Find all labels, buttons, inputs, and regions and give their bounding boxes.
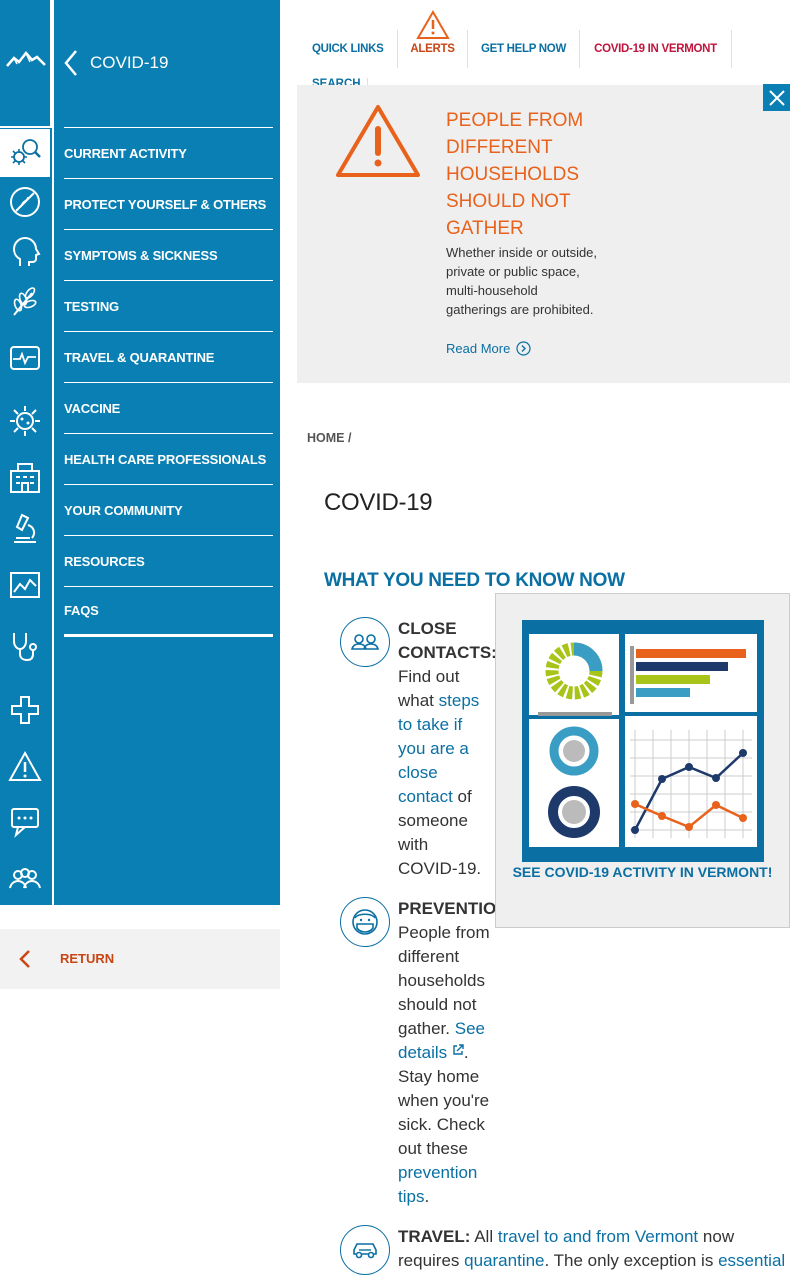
- close-contacts-icon-badge: [340, 617, 390, 667]
- rail-current-activity[interactable]: [0, 129, 50, 177]
- home-logo[interactable]: [0, 0, 52, 128]
- travel-icon-badge: [340, 1225, 390, 1275]
- quarantine-link[interactable]: quarantine: [464, 1251, 544, 1270]
- sidebar-item-community[interactable]: YOUR COMMUNITY: [64, 484, 273, 535]
- chart-icon: [10, 572, 40, 598]
- chat-icon: [11, 808, 39, 838]
- rail-travel[interactable]: [0, 334, 50, 382]
- sidebar-menu-list: CURRENT ACTIVITY PROTECT YOURSELF & OTHE…: [64, 127, 273, 637]
- prevention-icon-badge: [340, 897, 390, 947]
- rail-community[interactable]: [0, 504, 50, 552]
- nav-quick-links[interactable]: QUICK LINKS: [296, 30, 398, 68]
- chevron-left-icon: [19, 950, 30, 968]
- sidebar-menu: COVID-19 CURRENT ACTIVITY PROTECT YOURSE…: [52, 0, 280, 905]
- rail-protect[interactable]: [0, 178, 50, 226]
- close-contacts-icon: [350, 634, 380, 650]
- breadcrumb: HOME /: [307, 431, 351, 445]
- return-button[interactable]: RETURN: [0, 929, 280, 989]
- rail-chat[interactable]: [0, 799, 50, 847]
- car-icon: [353, 1243, 377, 1259]
- rail-alerts[interactable]: [0, 743, 50, 791]
- stethoscope-icon: [13, 633, 37, 662]
- alert-body: Whether inside or outside, private or pu…: [446, 245, 598, 317]
- sidebar-title: COVID-19: [90, 53, 169, 72]
- chevron-right-circle-icon: [516, 341, 531, 356]
- alert-banner: PEOPLE FROM DIFFERENT HOUSEHOLDS SHOULD …: [297, 85, 790, 383]
- building-icon: [10, 463, 40, 493]
- sidebar-item-health-care[interactable]: HEALTH CARE PROFESSIONALS: [64, 433, 273, 484]
- prevention-text: PREVENTION: People from different househ…: [398, 897, 514, 1209]
- nav-get-help[interactable]: GET HELP NOW: [468, 30, 580, 68]
- chevron-left-icon: [64, 50, 77, 76]
- rail-testing[interactable]: [0, 278, 50, 326]
- nav-alerts[interactable]: ALERTS: [398, 30, 468, 68]
- icon-rail: [0, 0, 52, 905]
- covid-activity-link[interactable]: SEE COVID-19 ACTIVITY IN VERMONT!: [496, 862, 789, 882]
- heart-monitor-icon: [10, 346, 40, 370]
- wheat-icon: [13, 287, 37, 316]
- close-contacts-text: CLOSE CONTACTS: Find out what steps to t…: [398, 617, 497, 881]
- head-profile-icon: [12, 236, 41, 266]
- sidebar-item-resources[interactable]: RESOURCES: [64, 535, 273, 586]
- return-label: RETURN: [60, 951, 115, 966]
- sidebar-item-faqs[interactable]: FAQS: [64, 586, 273, 637]
- warning-icon: [8, 750, 42, 781]
- essential-link[interactable]: essential: [718, 1251, 785, 1270]
- breadcrumb-home[interactable]: HOME: [307, 431, 345, 445]
- sidebar-item-protect[interactable]: PROTECT YOURSELF & OTHERS: [64, 178, 273, 229]
- virus-search-icon: [11, 139, 41, 165]
- sidebar-item-testing[interactable]: TESTING: [64, 280, 273, 331]
- prevention-t3: .: [424, 1187, 430, 1206]
- covid-activity-card[interactable]: SEE COVID-19 ACTIVITY IN VERMONT!: [495, 593, 790, 928]
- dashboard-illustration: [522, 620, 764, 862]
- page-title: COVID-19: [324, 489, 433, 516]
- warning-icon: [336, 105, 420, 177]
- alert-read-more[interactable]: Read More: [446, 341, 531, 356]
- microscope-icon: [14, 513, 36, 543]
- rail-faqs[interactable]: [0, 622, 50, 670]
- travel-heading: TRAVEL:: [398, 1227, 471, 1246]
- sidebar-item-travel[interactable]: TRAVEL & QUARANTINE: [64, 331, 273, 382]
- mountain-logo-icon: [6, 51, 46, 67]
- rail-symptoms[interactable]: [0, 228, 50, 276]
- no-touch-face-icon: [10, 187, 40, 217]
- sidebar-item-current-activity[interactable]: CURRENT ACTIVITY: [64, 127, 273, 178]
- rail-vaccine[interactable]: [0, 397, 50, 445]
- medical-cross-icon: [11, 696, 39, 724]
- prevention-tips-link[interactable]: prevention tips: [398, 1163, 477, 1206]
- close-contacts-heading: CLOSE CONTACTS:: [398, 619, 497, 662]
- travel-vermont-link[interactable]: travel to and from Vermont: [498, 1227, 698, 1246]
- external-link-icon: [453, 1044, 464, 1055]
- nav-covid-vermont[interactable]: COVID-19 IN VERMONT: [580, 30, 732, 68]
- close-alert-button[interactable]: [763, 84, 790, 111]
- rail-health-care[interactable]: [0, 454, 50, 502]
- community-icon: [9, 868, 41, 889]
- travel-t1: All: [474, 1227, 494, 1246]
- section-title: WHAT YOU NEED TO KNOW NOW: [324, 570, 625, 591]
- masked-face-icon: [352, 909, 378, 935]
- close-icon: [768, 89, 785, 106]
- sidebar-item-symptoms[interactable]: SYMPTOMS & SICKNESS: [64, 229, 273, 280]
- travel-text: TRAVEL: All travel to and from Vermont n…: [398, 1225, 794, 1273]
- read-more-label: Read More: [446, 341, 511, 356]
- travel-t3: . The only exception is: [544, 1251, 714, 1270]
- breadcrumb-separator: /: [347, 431, 352, 445]
- sun-virus-icon: [10, 406, 40, 436]
- rail-resources[interactable]: [0, 561, 50, 609]
- rail-people[interactable]: [0, 855, 50, 903]
- sidebar-back[interactable]: COVID-19: [54, 0, 282, 126]
- rail-medical[interactable]: [0, 686, 50, 734]
- sidebar-item-vaccine[interactable]: VACCINE: [64, 382, 273, 433]
- alert-title: PEOPLE FROM DIFFERENT HOUSEHOLDS SHOULD …: [446, 110, 584, 239]
